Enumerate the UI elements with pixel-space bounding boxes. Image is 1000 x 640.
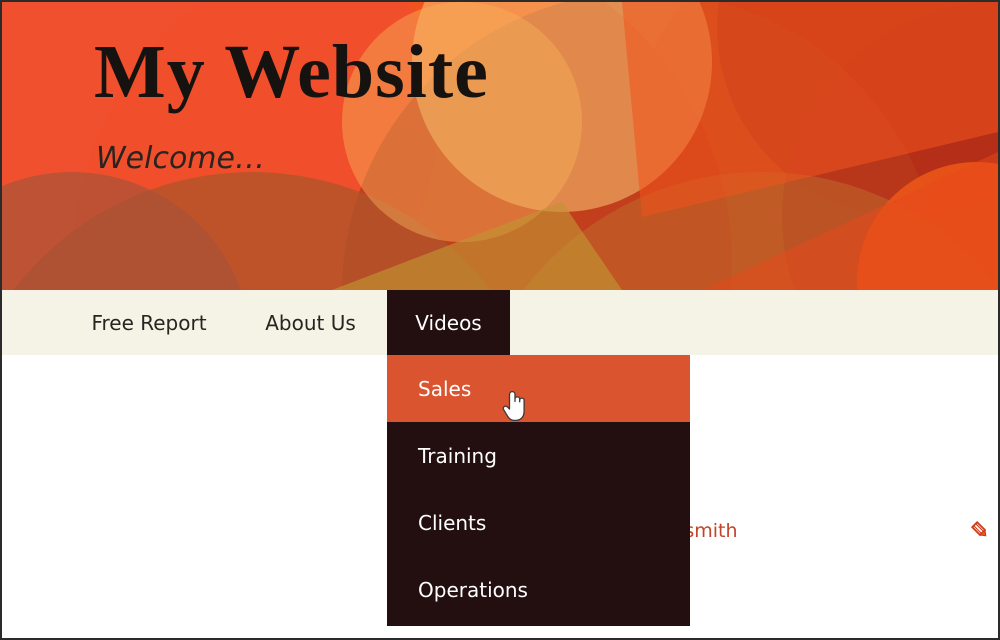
main-navigation: Free Report About Us Videos — [2, 290, 998, 355]
dropdown-item-label: Operations — [418, 577, 528, 602]
nav-item-label: About Us — [265, 310, 356, 335]
header-text-block: My Website Welcome… — [2, 2, 998, 290]
nav-item-free-report[interactable]: Free Report — [91, 290, 207, 355]
videos-dropdown-menu: Sales Training Clients Operations — [387, 355, 690, 626]
site-tagline: Welcome… — [96, 141, 265, 176]
nav-item-label: Free Report — [91, 310, 207, 335]
nav-item-label: Videos — [415, 310, 482, 335]
nav-item-about-us[interactable]: About Us — [265, 290, 356, 355]
dropdown-item-label: Training — [418, 443, 497, 468]
pencil-icon — [970, 520, 987, 537]
site-title[interactable]: My Website — [94, 26, 489, 118]
site-header-banner: My Website Welcome… — [2, 2, 998, 290]
nav-item-videos[interactable]: Videos — [387, 290, 510, 355]
dropdown-item-operations[interactable]: Operations — [387, 556, 690, 623]
dropdown-item-sales[interactable]: Sales — [387, 355, 690, 422]
edit-post-link[interactable] — [970, 520, 990, 545]
dropdown-item-label: Sales — [418, 376, 472, 401]
dropdown-item-clients[interactable]: Clients — [387, 489, 690, 556]
browser-page: My Website Welcome… Free Report Uncatego… — [0, 0, 1000, 640]
dropdown-item-label: Clients — [418, 510, 487, 535]
dropdown-item-training[interactable]: Training — [387, 422, 690, 489]
